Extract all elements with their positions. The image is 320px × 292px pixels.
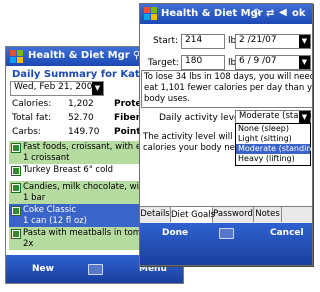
- start-weight-value: 214: [185, 35, 203, 45]
- food-name: Fast foods, croissant, with e...: [23, 142, 150, 152]
- done-softkey[interactable]: Done: [162, 228, 188, 238]
- start-date-field[interactable]: 2 /21/07 ▼: [235, 34, 311, 49]
- checkbox-icon[interactable]: [11, 229, 21, 239]
- food-serving: 2x: [23, 239, 34, 249]
- calories-value: 1,202: [68, 99, 94, 109]
- date-value: Wed, Feb 21, 2007: [14, 82, 99, 92]
- settings-status-icon: ⚲: [253, 8, 261, 19]
- food-serving: 1 bar: [23, 193, 46, 203]
- food-name: Turkey Breast 6" cold: [23, 165, 114, 175]
- target-date-value: 6 / 9 /07: [239, 56, 277, 66]
- target-label: Target:: [148, 58, 179, 68]
- tab-details[interactable]: Details: [140, 207, 171, 222]
- front-app-title: Health & Diet Mgr: [161, 8, 263, 19]
- food-serving: 1 can (12 fl oz): [23, 216, 87, 226]
- total-fat-label: Total fat:: [12, 113, 52, 123]
- front-title-bar: Health & Diet Mgr ⚲ ⇄ ◀ ok: [140, 4, 312, 24]
- activity-label: Daily activity level:: [159, 113, 246, 123]
- goal-summary-line: eat 1,101 fewer calories per day than yo…: [144, 83, 313, 93]
- windows-start-icon[interactable]: [10, 50, 23, 63]
- activity-dropdown-list: None (sleep) Light (sitting) Moderate (s…: [235, 123, 312, 166]
- checkbox-icon[interactable]: [11, 183, 21, 193]
- target-date-field[interactable]: 6 / 9 /07 ▼: [235, 55, 311, 70]
- date-picker[interactable]: Wed, Feb 21, 2007 ▼: [10, 81, 104, 96]
- start-weight-field[interactable]: 214: [181, 34, 225, 49]
- tab-notes[interactable]: Notes: [254, 207, 282, 222]
- start-label: Start:: [153, 36, 179, 46]
- keyboard-icon[interactable]: [88, 264, 103, 275]
- windows-start-icon[interactable]: [144, 7, 157, 20]
- total-fat-value: 52.70: [68, 113, 94, 123]
- new-softkey[interactable]: New: [32, 264, 54, 274]
- dropdown-option-selected[interactable]: Moderate (standing): [236, 144, 312, 154]
- tab-diet-goals[interactable]: Diet Goals: [171, 207, 215, 223]
- connectivity-icon[interactable]: ⇄: [266, 8, 274, 19]
- diet-goals-window: Health & Diet Mgr ⚲ ⇄ ◀ ok Start: 214 lb…: [139, 3, 313, 266]
- chevron-down-icon[interactable]: ▼: [299, 56, 310, 69]
- start-date-value: 2 /21/07: [239, 35, 277, 45]
- target-weight-value: 180: [185, 56, 203, 66]
- front-softkey-bar: Done Cancel: [140, 223, 312, 265]
- dropdown-option[interactable]: Heavy (lifting): [236, 154, 310, 164]
- dropdown-option[interactable]: None (sleep): [236, 124, 310, 134]
- back-app-title: Health & Diet Mgr: [28, 50, 130, 61]
- target-weight-field[interactable]: 180: [181, 55, 225, 70]
- food-serving: 1 croissant: [23, 153, 70, 163]
- chevron-down-icon[interactable]: ▼: [92, 82, 103, 95]
- carbs-label: Carbs:: [12, 127, 41, 137]
- calories-label: Calories:: [12, 99, 52, 109]
- tab-password[interactable]: Password: [213, 207, 254, 222]
- ok-button[interactable]: ok: [292, 8, 306, 19]
- food-name: Coke Classic: [23, 205, 77, 215]
- keyboard-icon[interactable]: [219, 228, 234, 239]
- carbs-value: 149.70: [68, 127, 100, 137]
- checkbox-icon[interactable]: [11, 143, 21, 153]
- goal-summary-line: body uses.: [144, 94, 190, 104]
- chevron-down-icon[interactable]: ▼: [299, 35, 310, 48]
- goal-summary-box: To lose 34 lbs in 108 days, you will nee…: [141, 70, 313, 108]
- volume-icon[interactable]: ◀: [279, 7, 287, 18]
- checkbox-icon[interactable]: [11, 206, 21, 216]
- tab-strip: Details Diet Goals Password Notes: [140, 206, 312, 224]
- activity-description: calories your body needs: [143, 143, 250, 153]
- dropdown-option[interactable]: Light (sitting): [236, 134, 310, 144]
- goal-summary-line: To lose 34 lbs in 108 days, you will nee…: [144, 72, 313, 82]
- checkbox-icon[interactable]: [11, 166, 21, 176]
- cancel-softkey[interactable]: Cancel: [270, 228, 304, 238]
